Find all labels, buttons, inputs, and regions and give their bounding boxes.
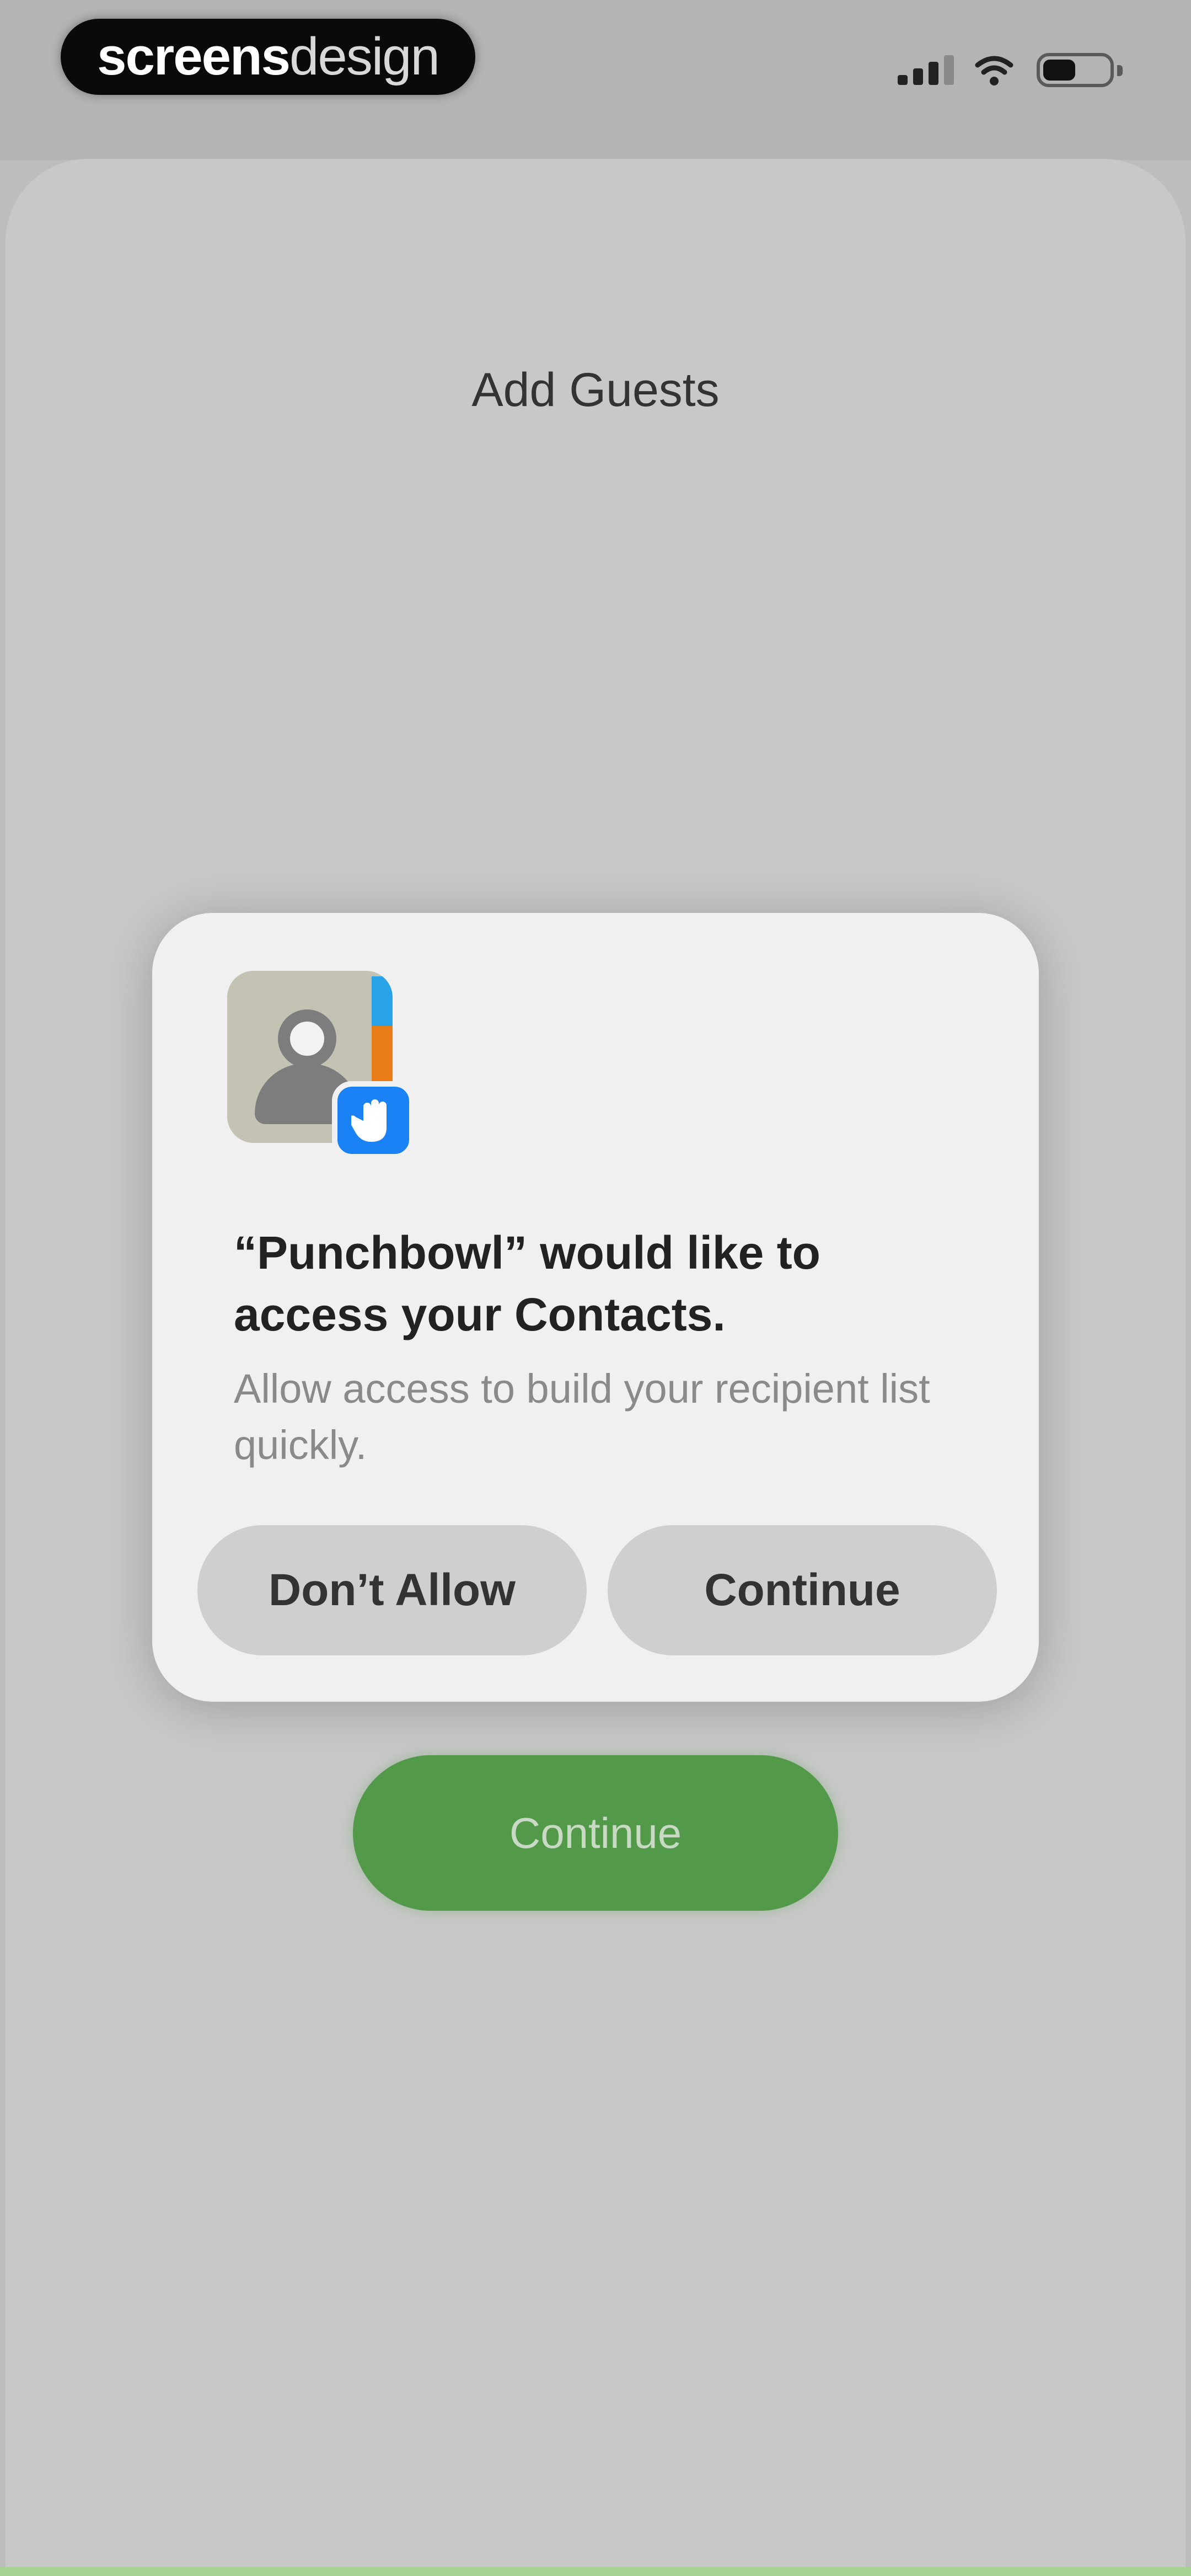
sheet-title: Add Guests xyxy=(471,364,720,416)
dialog-message: Allow access to build your recipient lis… xyxy=(234,1366,930,1468)
brand-watermark: screens design xyxy=(61,19,475,95)
contacts-permission-dialog: “Punchbowl” would like to access your Co… xyxy=(152,913,1039,1702)
app-icon xyxy=(227,971,415,1159)
battery-icon xyxy=(1037,53,1123,87)
bottom-edge xyxy=(0,2567,1191,2576)
hand-icon xyxy=(332,1081,415,1159)
signal-icon xyxy=(898,51,958,89)
status-bar: screens design xyxy=(0,0,1191,160)
app-screen: screens design Add Guests Continue “Punc… xyxy=(0,0,1191,2576)
brand-strong-text: screens xyxy=(97,27,291,86)
wifi-icon xyxy=(975,56,1013,85)
dialog-title: “Punchbowl” would like to access your Co… xyxy=(234,1227,820,1340)
brand-light-text: design xyxy=(289,27,440,86)
continue-button[interactable]: Continue xyxy=(353,1755,838,1911)
allow-continue-button[interactable]: Continue xyxy=(608,1525,997,1655)
dont-allow-button[interactable]: Don’t Allow xyxy=(197,1525,587,1655)
